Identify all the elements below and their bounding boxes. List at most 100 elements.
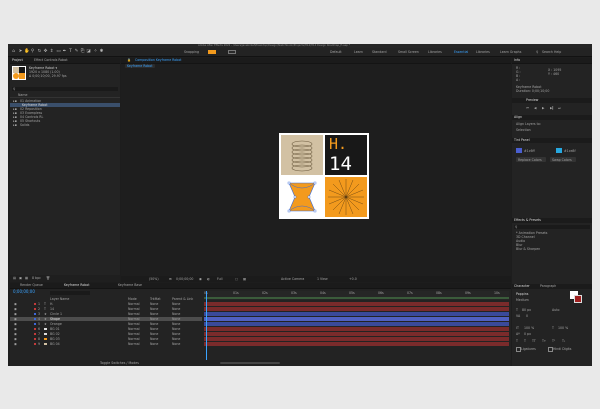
tab-composition[interactable]: Composition Keyframe Robot [135,58,181,62]
layer-track-bar[interactable] [204,322,509,326]
dolly-icon[interactable]: ⇕ [49,49,54,54]
tab-preview[interactable]: Preview [526,98,538,102]
layer-parent[interactable]: None [172,332,180,336]
layer-parent[interactable]: None [172,312,180,316]
layer-mode[interactable]: Normal [128,342,140,346]
visibility-icon[interactable]: ◉ [14,342,17,346]
effects-search-input[interactable]: ⚲ [514,225,590,229]
home-icon[interactable]: ⌂ [11,49,16,54]
view-layout-dropdown[interactable]: 1 View [317,277,328,281]
workspace-essential[interactable]: Essential [454,50,468,54]
label-color[interactable] [34,308,36,310]
search-help-field[interactable]: Search Help [542,50,561,54]
superscript-button[interactable]: T¹ [552,339,555,343]
layer-row[interactable]: ◉ 7 BG 02 Normal None None [10,332,202,336]
layer-track-bar[interactable] [204,302,509,306]
font-size-value[interactable]: 80 px [522,308,531,312]
layer-track-bar[interactable] [204,342,509,346]
layer-track-bar[interactable] [204,332,509,336]
tab-paragraph[interactable]: Paragraph [540,284,556,288]
pin-icon[interactable]: ✱ [99,49,104,54]
layer-trkmat[interactable]: None [150,302,158,306]
stroke-color-swatch[interactable] [228,50,236,54]
clone-icon[interactable]: ⎘ [80,49,85,54]
tab-render-queue[interactable]: Render Queue [20,283,43,287]
align-to-dropdown[interactable]: Selection [516,128,531,132]
snapshot-icon[interactable]: ◉ [199,277,202,281]
tint-swatch-blue[interactable] [516,148,522,153]
pan-icon[interactable]: ✥ [43,49,48,54]
exposure-value[interactable]: +0.0 [349,277,357,281]
time-ruler[interactable]: 0s 01s 02s 03s 04s 05s 06s 07s 08s 09s 1… [204,291,509,300]
fill-stroke-swatches[interactable] [570,291,584,303]
trash-icon[interactable]: 🗑 [46,276,50,280]
layer-track-bar[interactable] [204,317,509,321]
layer-trkmat[interactable]: None [150,312,158,316]
leading-value[interactable]: Auto [552,308,559,312]
tab-character[interactable]: Character [514,284,530,288]
swap-colors-button[interactable]: Swap Colors [550,157,576,162]
comp-artwork[interactable]: H. 14 [279,133,369,219]
replace-colors-button[interactable]: Replace Colors [516,157,546,162]
roi-icon[interactable]: ▢ [235,277,238,281]
label-color[interactable] [34,303,36,305]
layer-track-bar[interactable] [204,312,509,316]
tab-effects-presets[interactable]: Effects & Presets [514,218,541,222]
layer-search-input[interactable] [50,291,90,295]
layer-track-bar[interactable] [204,327,509,331]
layer-mode[interactable]: Normal [128,327,140,331]
tab-align[interactable]: Align [514,115,522,119]
rect-icon[interactable]: ▭ [56,49,61,54]
tab-effect-controls[interactable]: Effect Controls Robot [34,58,68,62]
play-icon[interactable]: ▶ [542,106,544,110]
layer-mode[interactable]: Normal [128,332,140,336]
tab-tint[interactable]: Tint Panel [514,138,530,142]
work-area-bar[interactable] [204,297,509,299]
workspace-default[interactable]: Default [330,50,342,54]
pen-icon[interactable]: ✒ [62,49,67,54]
tab-keyframe-base[interactable]: Keyframe Base [118,283,142,287]
workspace-libraries-2[interactable]: Libraries [476,50,490,54]
visibility-icon[interactable]: ◉ [14,327,17,331]
small-caps-button[interactable]: Tт [542,339,546,343]
label-color[interactable] [34,323,36,325]
vertical-scale-value[interactable]: 100 % [524,326,534,330]
lock-icon[interactable]: 🔒 [127,58,131,62]
layer-row[interactable]: ◉ 6 BG 01 Normal None None [10,327,202,331]
layer-mode[interactable]: Normal [128,322,140,326]
layer-mode[interactable]: Normal [128,302,140,306]
visibility-icon[interactable]: ◉ [14,337,17,341]
label-color[interactable] [34,328,36,330]
label-color[interactable] [34,343,36,345]
tab-keyframe-robot[interactable]: Keyframe Robot [64,283,90,287]
resolution-dropdown[interactable]: Full [217,277,222,281]
layer-trkmat[interactable]: None [150,307,158,311]
layer-trkmat[interactable]: None [150,327,158,331]
current-time[interactable]: 0;00;00;00 [13,290,35,294]
layer-parent[interactable]: None [172,337,180,341]
zoom-dropdown[interactable]: (50%) [149,277,159,281]
col-parent[interactable]: Parent & Link [172,297,193,301]
layer-parent[interactable]: None [172,302,180,306]
visibility-icon[interactable]: ◉ [14,332,17,336]
effects-item[interactable]: Blur & Sharpen [516,247,540,251]
layer-row[interactable]: ◉ 5 ★ Orange Normal None None [10,322,202,326]
bpc-label[interactable]: 8 bpc [32,276,41,280]
layer-trkmat[interactable]: None [150,342,158,346]
next-frame-icon[interactable]: ▶▎ [550,106,555,110]
baseline-value[interactable]: 0 px [524,332,531,336]
color-channel-icon[interactable]: ◐ [207,277,210,281]
comp-breadcrumb[interactable]: Keyframe Robot [125,64,155,68]
project-search-input[interactable]: ⚲ [12,87,118,91]
layer-trkmat[interactable]: None [150,322,158,326]
camera-dropdown[interactable]: Active Camera [281,277,304,281]
layer-row[interactable]: ◉ 8 BG 03 Normal None None [10,337,202,341]
all-caps-button[interactable]: TT [532,339,536,343]
workspace-standard[interactable]: Standard [372,50,387,54]
snapping-checkbox[interactable]: Snapping [184,50,199,54]
tracking-value[interactable]: 0 [526,314,528,318]
search-help-icon[interactable]: ⚲ [536,50,538,54]
layer-mode[interactable]: Normal [128,307,140,311]
layer-trkmat[interactable]: None [150,317,158,321]
grid-icon[interactable]: ⊞ [169,277,172,281]
